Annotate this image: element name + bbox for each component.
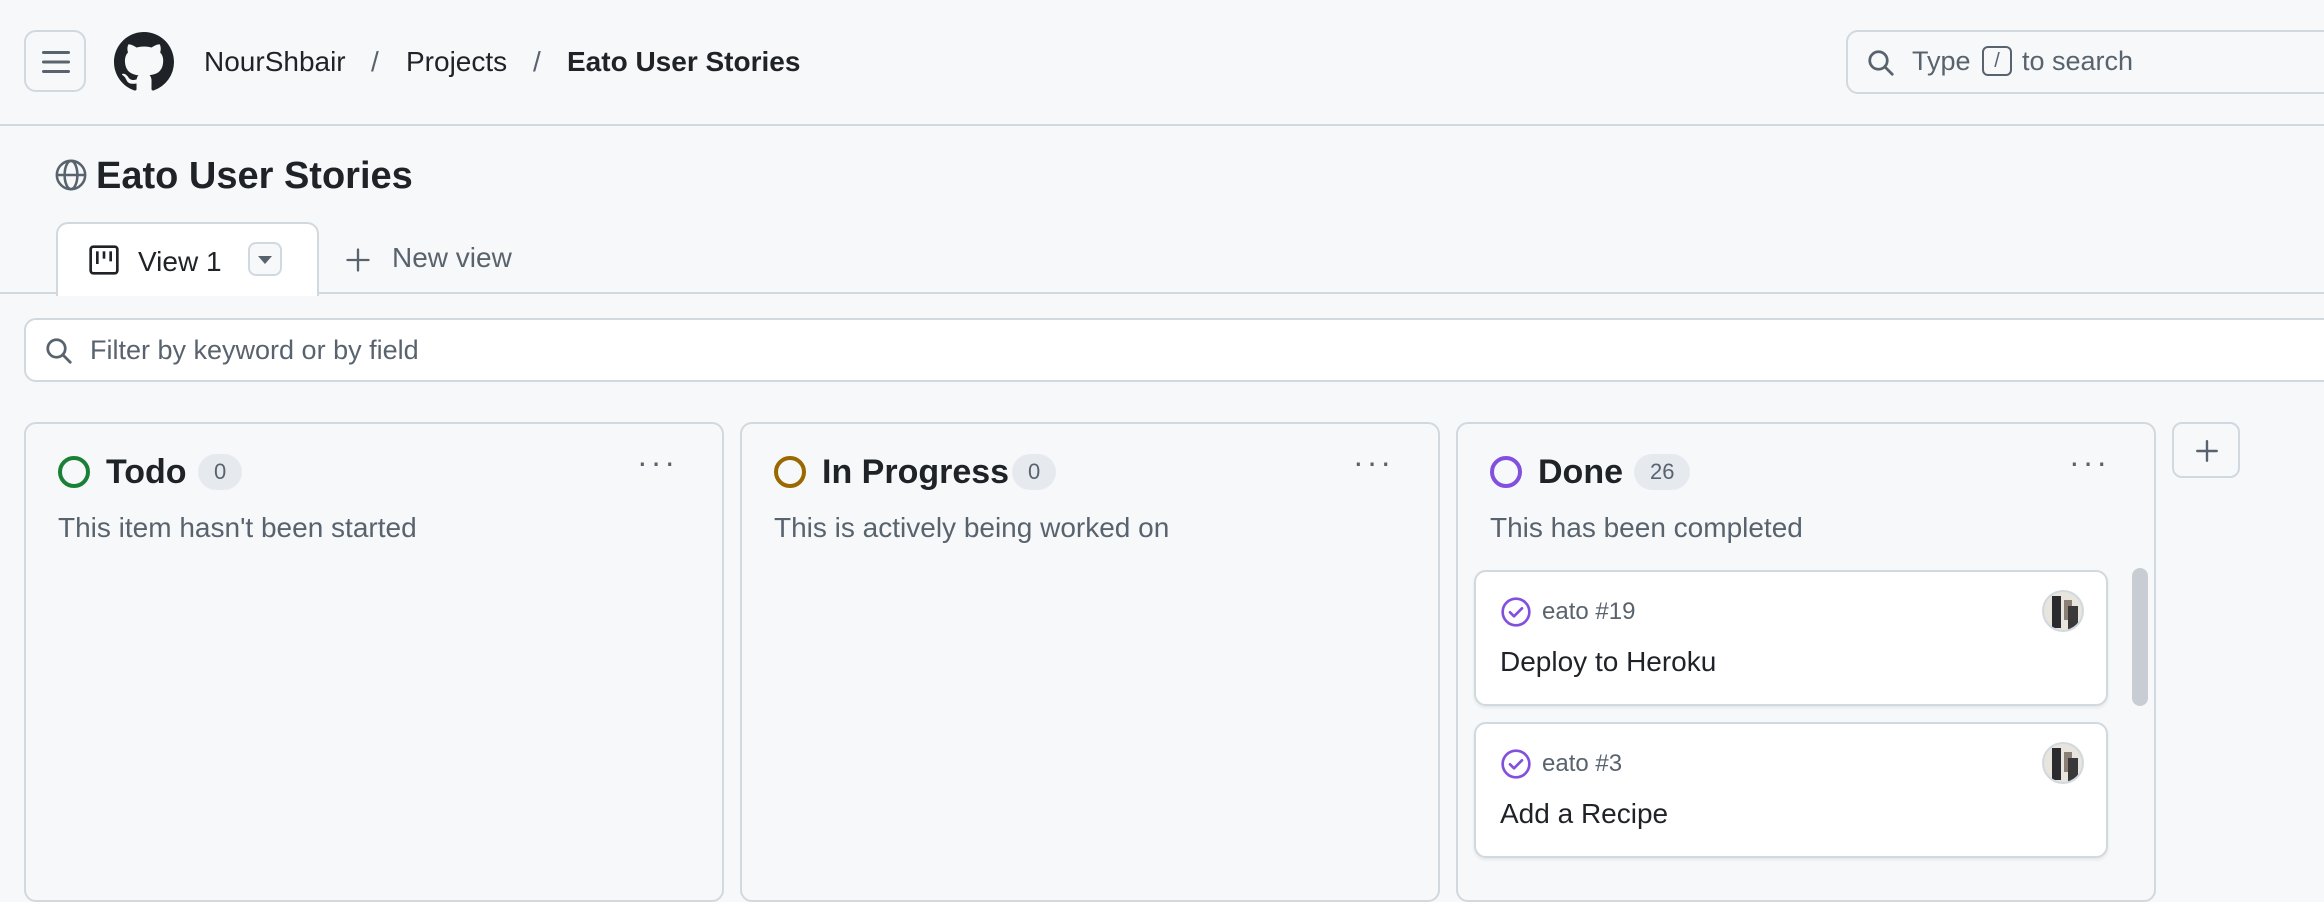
board-icon [89, 245, 119, 275]
filter-input[interactable]: Filter by keyword or by field [24, 318, 2324, 382]
column-description: This is actively being worked on [774, 512, 1170, 543]
status-circle-icon [774, 456, 806, 488]
add-column-button[interactable] [2172, 422, 2240, 478]
global-search-input[interactable]: Type / to search [1846, 30, 2324, 94]
github-logo-icon[interactable] [114, 32, 174, 97]
hamburger-icon [42, 51, 70, 73]
column-name: Todo [106, 453, 187, 491]
search-shortcut-key: / [1982, 46, 2012, 76]
issue-card[interactable]: eato #3 Add a Recipe [1474, 722, 2108, 858]
column-more-icon[interactable]: ··· [1353, 444, 1394, 481]
issue-title[interactable]: Add a Recipe [1500, 798, 1668, 830]
breadcrumb-separator: / [371, 46, 379, 77]
column-name: In Progress [822, 453, 1010, 491]
breadcrumb-projects[interactable]: Projects [406, 44, 507, 80]
filter-placeholder: Filter by keyword or by field [90, 335, 419, 365]
tab-view-1[interactable]: View 1 [56, 222, 319, 296]
column-scrollbar[interactable] [2132, 568, 2148, 706]
issue-reference[interactable]: eato #3 [1542, 750, 1622, 778]
tab-label: View 1 [138, 246, 222, 277]
closed-issue-icon [1501, 597, 1531, 627]
plus-icon [2196, 440, 2218, 462]
search-suffix-text: to search [2022, 46, 2134, 76]
search-icon [1868, 50, 1894, 76]
closed-issue-icon [1501, 749, 1531, 779]
column-description: This item hasn't been started [58, 512, 417, 543]
chevron-down-icon[interactable] [248, 242, 282, 276]
globe-icon [55, 159, 87, 191]
new-view-label: New view [392, 242, 512, 273]
column-more-icon[interactable]: ··· [2069, 444, 2110, 481]
column-count-badge: 26 [1634, 454, 1691, 490]
breadcrumb-separator: / [533, 46, 541, 77]
breadcrumb-current-project[interactable]: Eato User Stories [567, 44, 800, 80]
search-icon [46, 338, 72, 364]
column-count-badge: 0 [198, 454, 243, 490]
issue-title[interactable]: Deploy to Heroku [1500, 646, 1716, 678]
column-more-icon[interactable]: ··· [637, 444, 678, 481]
column-name: Done [1538, 453, 1623, 491]
column-in-progress: In Progress 0 ··· This is actively being… [740, 422, 1440, 902]
avatar [2042, 742, 2084, 784]
menu-button[interactable] [24, 30, 86, 92]
breadcrumb-owner[interactable]: NourShbair [204, 44, 346, 80]
issue-card[interactable]: eato #19 Deploy to Heroku [1474, 570, 2108, 706]
issue-reference[interactable]: eato #19 [1542, 598, 1635, 626]
column-description: This has been completed [1490, 512, 1803, 543]
status-circle-icon [58, 456, 90, 488]
search-prefix-text: Type [1912, 46, 1971, 76]
project-title: Eato User Stories [96, 155, 413, 197]
column-todo: Todo 0 ··· This item hasn't been started [24, 422, 724, 902]
avatar [2042, 590, 2084, 632]
tab-divider [0, 292, 2324, 294]
column-count-badge: 0 [1012, 454, 1057, 490]
top-header: NourShbair / Projects / Eato User Storie… [0, 0, 2324, 126]
status-circle-icon [1490, 456, 1522, 488]
plus-icon [346, 248, 370, 272]
